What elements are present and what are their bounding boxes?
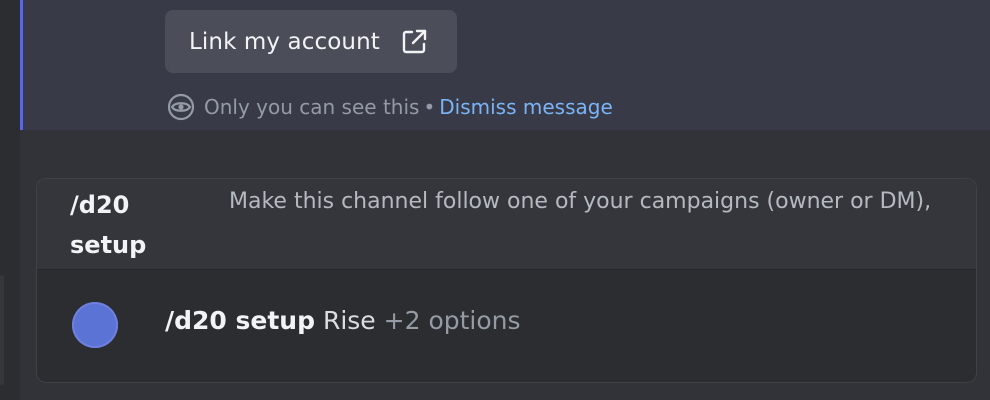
dismiss-message-link[interactable]: Dismiss message	[439, 95, 613, 119]
separator-dot: •	[423, 95, 436, 119]
ephemeral-message: Link my account Only you can see this • …	[20, 0, 990, 130]
option-command: /d20 setup	[165, 306, 315, 335]
command-name: /d20 setup	[70, 191, 147, 259]
command-option-row[interactable]: /d20 setup Rise +2 options	[37, 270, 976, 382]
chat-window: Link my account Only you can see this • …	[0, 0, 990, 400]
command-autocomplete-popup: /d20 setup Make this channel follow one …	[36, 178, 977, 383]
option-argument: Rise	[322, 306, 376, 335]
option-extra-count: +2 options	[383, 306, 521, 335]
link-account-button[interactable]: Link my account	[165, 10, 457, 73]
command-option-text: /d20 setup Rise +2 options	[165, 306, 521, 335]
app-avatar	[72, 302, 118, 348]
ephemeral-notice: Only you can see this • Dismiss message	[166, 92, 613, 122]
external-link-icon	[398, 26, 430, 58]
link-account-label: Link my account	[189, 28, 380, 55]
scroll-sliver	[0, 275, 4, 385]
eye-icon	[166, 92, 196, 122]
command-description: Make this channel follow one of your cam…	[229, 189, 932, 214]
left-gutter	[0, 0, 20, 400]
visibility-text: Only you can see this	[204, 95, 420, 119]
command-header: /d20 setup Make this channel follow one …	[37, 179, 976, 270]
